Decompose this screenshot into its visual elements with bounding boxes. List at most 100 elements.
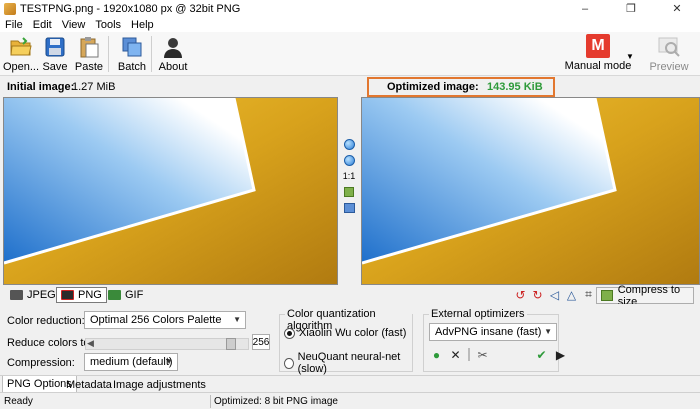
- add-icon[interactable]: ●: [430, 348, 443, 362]
- gif-icon: [108, 290, 121, 300]
- menu-view[interactable]: View: [57, 19, 91, 31]
- manual-mode-dropdown-icon[interactable]: ▼: [626, 52, 634, 61]
- save-button[interactable]: Save: [36, 34, 74, 74]
- initial-image-pane[interactable]: [3, 97, 338, 285]
- paste-button[interactable]: Paste: [70, 34, 108, 74]
- checkmark-icon[interactable]: ✔: [535, 348, 548, 362]
- external-optimizer-select[interactable]: AdvPNG insane (fast) ▼: [429, 323, 557, 341]
- open-button[interactable]: Open...: [2, 34, 40, 74]
- about-button[interactable]: About: [154, 34, 192, 74]
- remove-icon[interactable]: ✕: [449, 348, 462, 362]
- manual-mode-button[interactable]: M Manual mode: [565, 34, 631, 74]
- external-optimizer-actions: ● ✕ ✂ ✔ ▶: [430, 348, 567, 362]
- reduce-colors-slider[interactable]: ◀: [85, 338, 249, 350]
- compress-to-size-button[interactable]: Compress to size: [596, 284, 694, 308]
- menu-tools[interactable]: Tools: [90, 19, 126, 31]
- menu-file[interactable]: File: [0, 19, 28, 31]
- zoom-one-to-one-button[interactable]: 1:1: [342, 169, 356, 183]
- tab-gif-label: GIF: [125, 289, 144, 301]
- transform-tools: ↺ ↻ ◁ △ ⌗: [514, 287, 595, 302]
- rotate-right-icon[interactable]: ↻: [531, 288, 544, 302]
- optimized-image-pane[interactable]: [361, 97, 700, 285]
- compression-label: Compression:: [7, 357, 75, 369]
- toolbar-separator: [151, 36, 152, 72]
- menu-help[interactable]: Help: [126, 19, 159, 31]
- toolbar-separator: [108, 36, 109, 72]
- settings-tools-icon[interactable]: ✂: [476, 348, 489, 362]
- color-quantization-group: Color quantization algorithm Xiaolin Wu …: [279, 308, 413, 375]
- clipboard-paste-icon: [80, 37, 99, 58]
- flip-vertical-icon[interactable]: △: [565, 288, 578, 302]
- radio-button-selected[interactable]: [284, 327, 295, 339]
- external-optimizer-value: AdvPNG insane (fast): [435, 326, 542, 338]
- radio-neuquant[interactable]: NeuQuant neural-net (slow): [284, 351, 412, 375]
- image-info-bar: Initial image: 1.27 MiB Optimized image:…: [0, 77, 700, 97]
- maximize-button[interactable]: ❐: [608, 0, 654, 17]
- color-reduction-value: Optimal 256 Colors Palette: [90, 314, 222, 326]
- radio-button[interactable]: [284, 357, 294, 369]
- chevron-down-icon: ▼: [165, 357, 173, 366]
- tab-metadata[interactable]: Metadata: [62, 376, 116, 393]
- optimized-image-highlight: Optimized image: 143.95 KiB: [367, 77, 555, 97]
- batch-icon: [122, 37, 142, 57]
- zoom-out-icon[interactable]: [342, 153, 356, 167]
- preview-label: Preview: [649, 61, 689, 73]
- rotate-left-icon[interactable]: ↺: [514, 288, 527, 302]
- tab-jpeg[interactable]: JPEG: [6, 287, 60, 303]
- manual-mode-label: Manual mode: [564, 60, 632, 72]
- status-divider: [210, 395, 211, 408]
- initial-image-label: Initial image:: [7, 81, 75, 93]
- chevron-down-icon: ▼: [233, 315, 241, 324]
- png-icon: [61, 290, 74, 300]
- manual-mode-icon: M: [586, 34, 610, 58]
- app-icon: [4, 2, 16, 15]
- minimize-button[interactable]: –: [562, 0, 608, 17]
- menu-bar: File Edit View Tools Help: [0, 17, 700, 32]
- compress-icon: [601, 290, 613, 301]
- tab-jpeg-label: JPEG: [27, 289, 56, 301]
- tab-png[interactable]: PNG: [56, 287, 107, 303]
- window-title: TESTPNG.png - 1920x1080 px @ 32bit PNG: [20, 2, 241, 15]
- magnifier-preview-icon: [658, 37, 680, 57]
- folder-open-icon: [10, 37, 32, 56]
- jpeg-icon: [10, 290, 23, 300]
- crop-icon[interactable]: ⌗: [582, 287, 595, 301]
- external-optimizers-title: External optimizers: [429, 308, 527, 320]
- app-window: TESTPNG.png - 1920x1080 px @ 32bit PNG –…: [0, 0, 700, 409]
- format-tabs-bar: JPEG PNG GIF ↺ ↻ ◁ △ ⌗ Compress to size: [0, 284, 700, 308]
- flip-horizontal-icon[interactable]: ◁: [548, 288, 561, 302]
- tab-gif[interactable]: GIF: [104, 287, 147, 303]
- radio-xiaolin-wu[interactable]: Xiaolin Wu color (fast): [284, 327, 406, 339]
- open-label: Open...: [2, 61, 40, 73]
- preview-button[interactable]: Preview: [647, 34, 691, 74]
- status-optimized-info: Optimized: 8 bit PNG image: [214, 396, 338, 407]
- initial-image-preview: [4, 98, 337, 284]
- color-reduction-select[interactable]: Optimal 256 Colors Palette ▼: [84, 311, 246, 329]
- color-reduction-label: Color reduction:: [7, 315, 85, 327]
- png-options-panel: Color reduction: Optimal 256 Colors Pale…: [0, 304, 700, 375]
- fit-to-window-icon[interactable]: [342, 185, 356, 199]
- slider-thumb[interactable]: [226, 338, 236, 350]
- zoom-toolbar: 1:1: [339, 97, 360, 285]
- paste-label: Paste: [74, 61, 104, 73]
- initial-image-size: 1.27 MiB: [72, 81, 116, 93]
- zoom-in-icon[interactable]: [342, 137, 356, 151]
- sync-view-icon[interactable]: [342, 201, 356, 215]
- window-controls: – ❐ ✕: [562, 0, 700, 17]
- reduce-colors-label: Reduce colors to:: [7, 337, 93, 349]
- chevron-down-icon: ▼: [544, 327, 552, 336]
- slider-left-arrow-icon: ◀: [87, 338, 94, 348]
- title-bar: TESTPNG.png - 1920x1080 px @ 32bit PNG –…: [0, 0, 700, 17]
- menu-edit[interactable]: Edit: [28, 19, 57, 31]
- close-button[interactable]: ✕: [654, 0, 700, 17]
- xiaolin-wu-label: Xiaolin Wu color (fast): [299, 327, 407, 339]
- compression-value: medium (default): [90, 356, 173, 368]
- batch-label: Batch: [117, 61, 147, 73]
- batch-button[interactable]: Batch: [113, 34, 151, 74]
- tab-image-adjustments[interactable]: Image adjustments: [109, 376, 210, 393]
- reduce-colors-input[interactable]: 256: [252, 334, 270, 350]
- toolbar-divider: [468, 348, 470, 361]
- compression-select[interactable]: medium (default) ▼: [84, 353, 178, 371]
- play-icon[interactable]: ▶: [554, 348, 567, 362]
